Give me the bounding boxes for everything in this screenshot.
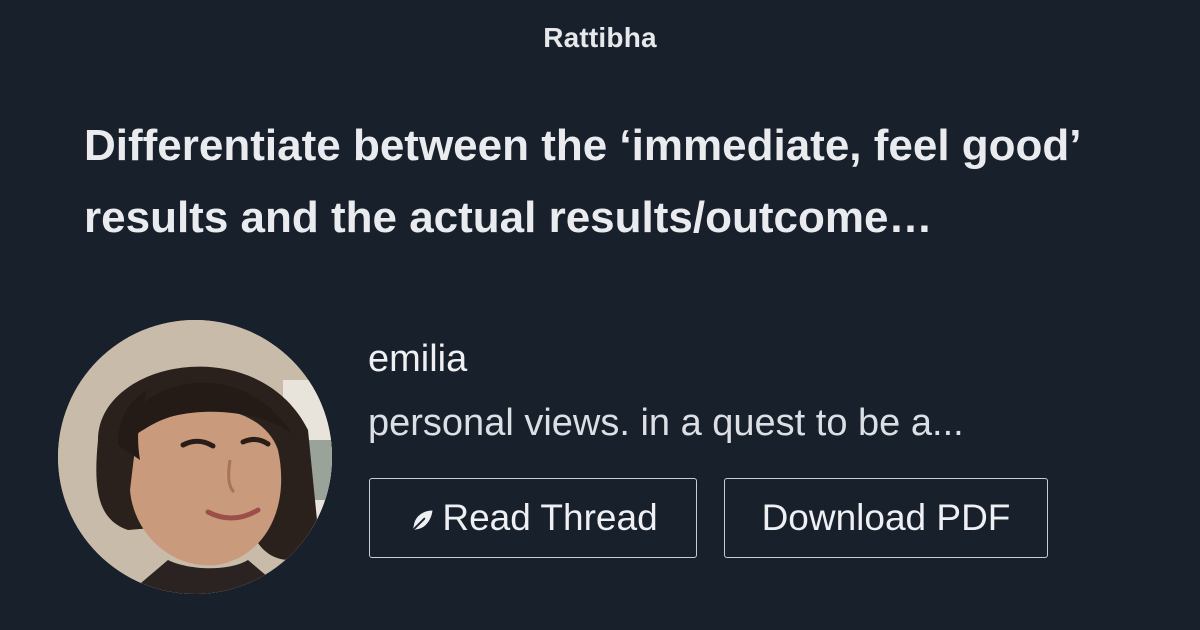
author-avatar[interactable] [58,320,332,594]
share-card: Rattibha Differentiate between the ‘imme… [0,0,1200,630]
author-name[interactable]: emilia [368,338,467,381]
author-bio: personal views. in a quest to be a... [368,402,964,444]
site-brand[interactable]: Rattibha [0,22,1200,54]
download-pdf-label: Download PDF [761,497,1011,538]
download-pdf-button[interactable]: Download PDF [724,478,1048,558]
thread-title[interactable]: Differentiate between the ‘immediate, fe… [84,110,1154,254]
feather-icon [408,507,436,535]
read-thread-button[interactable]: Read Thread [369,478,697,558]
avatar-photo-icon [58,320,332,594]
read-thread-label: Read Thread [442,497,658,538]
